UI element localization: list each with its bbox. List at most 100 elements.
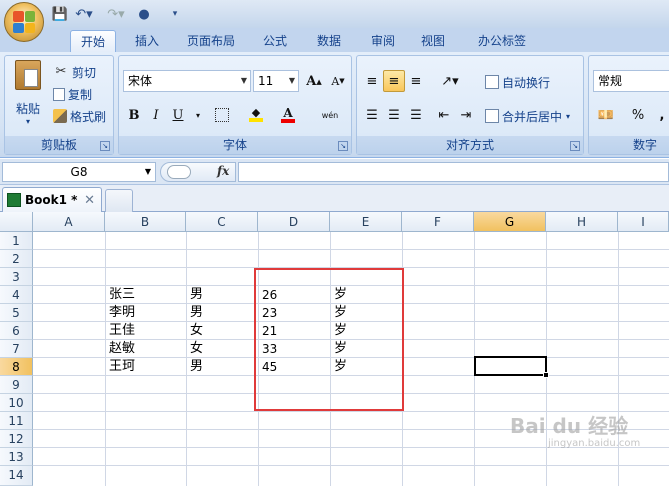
cut-label: 剪切 bbox=[72, 65, 97, 80]
phonetic-guide-button[interactable]: wén bbox=[313, 104, 347, 126]
column-header-b[interactable]: B bbox=[105, 212, 186, 232]
align-bottom-button[interactable]: ≡ bbox=[405, 70, 427, 92]
tab-insert[interactable]: 插入 bbox=[124, 30, 170, 52]
font-name-combo[interactable]: 宋体 ▼ bbox=[123, 70, 251, 92]
more-icon[interactable]: ● bbox=[134, 4, 154, 24]
insert-function-icon[interactable]: fx bbox=[217, 164, 229, 178]
row-header-12[interactable]: 12 bbox=[0, 430, 33, 448]
decrease-indent-button[interactable]: ⇤ bbox=[433, 104, 455, 126]
close-icon[interactable]: ✕ bbox=[84, 193, 95, 208]
row-header-11[interactable]: 11 bbox=[0, 412, 33, 430]
clipboard-launcher-icon[interactable]: ↘ bbox=[100, 141, 110, 151]
column-header-f[interactable]: F bbox=[402, 212, 474, 232]
tab-home[interactable]: 开始 bbox=[70, 30, 116, 52]
customize-quick-access-icon[interactable]: ▾ bbox=[168, 4, 182, 24]
increase-indent-button[interactable]: ⇥ bbox=[455, 104, 477, 126]
bold-button[interactable]: B bbox=[123, 104, 145, 126]
active-cell-g8[interactable] bbox=[474, 356, 547, 376]
cell-c7[interactable]: 女 bbox=[188, 340, 203, 358]
cell-b5[interactable]: 李明 bbox=[107, 304, 135, 322]
row-header-2[interactable]: 2 bbox=[0, 250, 33, 268]
font-launcher-icon[interactable]: ↘ bbox=[338, 141, 348, 151]
percent-button[interactable]: % bbox=[627, 104, 649, 126]
align-right-icon: ☰ bbox=[410, 107, 422, 123]
watermark-logo: Bai du 经验 bbox=[510, 414, 629, 438]
workbook-tab[interactable]: Book1 * ✕ bbox=[2, 187, 102, 212]
column-header-d[interactable]: D bbox=[258, 212, 330, 232]
row-header-10[interactable]: 10 bbox=[0, 394, 33, 412]
align-top-button[interactable]: ≡ bbox=[361, 70, 383, 92]
office-button[interactable] bbox=[4, 2, 44, 42]
row-header-13[interactable]: 13 bbox=[0, 448, 33, 466]
align-middle-button[interactable]: ≡ bbox=[383, 70, 405, 92]
column-header-h[interactable]: H bbox=[546, 212, 618, 232]
paste-button[interactable]: 粘贴 ▾ bbox=[9, 60, 47, 134]
column-header-i[interactable]: I bbox=[618, 212, 669, 232]
row-header-5[interactable]: 5 bbox=[0, 304, 33, 322]
cell-c5[interactable]: 男 bbox=[188, 304, 203, 322]
comma-icon: , bbox=[659, 107, 665, 123]
wrap-text-button[interactable]: 自动换行 bbox=[485, 72, 550, 92]
tab-page-layout[interactable]: 页面布局 bbox=[178, 30, 244, 52]
align-center-button[interactable]: ☰ bbox=[383, 104, 405, 126]
column-header-g[interactable]: G bbox=[474, 212, 546, 232]
cell-c4[interactable]: 男 bbox=[188, 286, 203, 304]
row-header-9[interactable]: 9 bbox=[0, 376, 33, 394]
column-header-c[interactable]: C bbox=[186, 212, 258, 232]
redo-icon[interactable]: ↷▾ bbox=[104, 4, 128, 24]
new-tab-button[interactable] bbox=[105, 189, 133, 212]
tab-view[interactable]: 视图 bbox=[410, 30, 456, 52]
fill-color-button[interactable]: ◆ bbox=[245, 104, 267, 126]
tab-data[interactable]: 数据 bbox=[306, 30, 352, 52]
formula-input[interactable] bbox=[238, 162, 669, 182]
save-icon[interactable]: 💾 bbox=[52, 4, 68, 24]
tab-office-tabs[interactable]: 办公标签 bbox=[464, 30, 540, 52]
cell-b4[interactable]: 张三 bbox=[107, 286, 135, 304]
borders-button[interactable] bbox=[211, 104, 233, 126]
orientation-button[interactable]: ↗▾ bbox=[435, 70, 465, 92]
comma-style-button[interactable]: , bbox=[651, 104, 669, 126]
row-header-6[interactable]: 6 bbox=[0, 322, 33, 340]
alignment-launcher-icon[interactable]: ↘ bbox=[570, 141, 580, 151]
cell-c6[interactable]: 女 bbox=[188, 322, 203, 340]
name-box[interactable]: G8 ▼ bbox=[2, 162, 156, 182]
merge-center-button[interactable]: 合并后居中 ▾ bbox=[485, 106, 570, 126]
accounting-format-button[interactable]: 💴 bbox=[593, 104, 619, 126]
currency-icon: 💴 bbox=[597, 107, 615, 123]
underline-dropdown-icon[interactable]: ▾ bbox=[187, 104, 209, 126]
align-right-button[interactable]: ☰ bbox=[405, 104, 427, 126]
format-painter-button[interactable]: 格式刷 bbox=[53, 106, 106, 126]
row-header-3[interactable]: 3 bbox=[0, 268, 33, 286]
copy-button[interactable]: 复制 bbox=[53, 84, 92, 104]
align-left-button[interactable]: ☰ bbox=[361, 104, 383, 126]
cell-c8[interactable]: 男 bbox=[188, 358, 203, 376]
wrap-text-label: 自动换行 bbox=[502, 75, 551, 90]
fill-handle[interactable] bbox=[543, 372, 549, 378]
row-header-14[interactable]: 14 bbox=[0, 466, 33, 486]
font-color-icon: A bbox=[281, 107, 295, 123]
row-header-7[interactable]: 7 bbox=[0, 340, 33, 358]
italic-button[interactable]: I bbox=[145, 104, 167, 126]
row-header-1[interactable]: 1 bbox=[0, 232, 33, 250]
tab-review[interactable]: 审阅 bbox=[360, 30, 406, 52]
cell-b7[interactable]: 赵敏 bbox=[107, 340, 135, 358]
cell-b8[interactable]: 王珂 bbox=[107, 358, 135, 376]
font-color-button[interactable]: A bbox=[277, 104, 299, 126]
row-header-4[interactable]: 4 bbox=[0, 286, 33, 304]
column-header-a[interactable]: A bbox=[33, 212, 105, 232]
font-size-combo[interactable]: 11 ▼ bbox=[253, 70, 299, 92]
undo-icon[interactable]: ↶▾ bbox=[72, 4, 96, 24]
shrink-font-button[interactable]: A ▼ bbox=[327, 70, 349, 92]
column-header-e[interactable]: E bbox=[330, 212, 402, 232]
cell-b6[interactable]: 王佳 bbox=[107, 322, 135, 340]
cut-button[interactable]: ✂ 剪切 bbox=[53, 62, 96, 82]
grow-font-button[interactable]: A ▲ bbox=[303, 70, 325, 92]
underline-button[interactable]: U bbox=[167, 104, 189, 126]
row-header-8[interactable]: 8 bbox=[0, 358, 33, 376]
expand-handle-icon[interactable] bbox=[167, 165, 191, 179]
tab-formulas[interactable]: 公式 bbox=[252, 30, 298, 52]
select-all-corner[interactable] bbox=[0, 212, 33, 232]
number-format-combo[interactable]: 常规 bbox=[593, 70, 669, 92]
font-name-value: 宋体 bbox=[128, 74, 153, 88]
clipboard-group-label: 剪贴板 bbox=[5, 136, 113, 154]
